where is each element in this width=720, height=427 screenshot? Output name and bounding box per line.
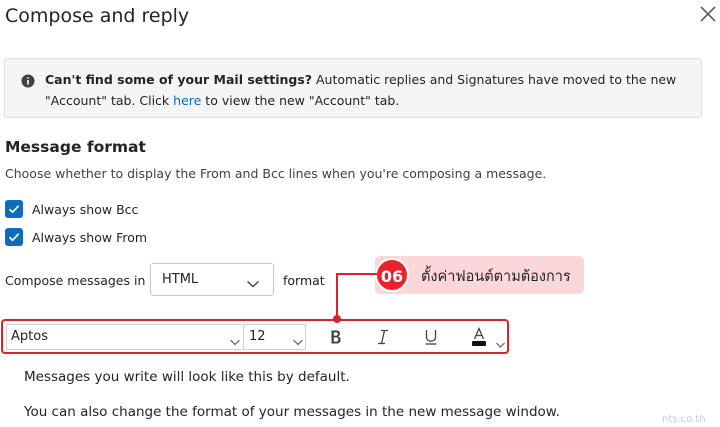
section-description: Choose whether to display the From and B… (5, 166, 547, 181)
italic-icon[interactable] (373, 327, 393, 347)
from-checkbox[interactable] (5, 228, 23, 246)
compose-label: Compose messages in (5, 273, 146, 288)
callout-connector-v (336, 273, 338, 319)
watermark: nts.co.th (662, 414, 706, 425)
chevron-down-icon (229, 332, 241, 351)
bold-icon[interactable] (326, 327, 346, 347)
section-heading: Message format (5, 138, 146, 156)
bcc-checkbox[interactable] (5, 200, 23, 218)
font-color-icon[interactable] (469, 326, 489, 346)
format-label: format (283, 273, 325, 288)
chevron-down-icon (292, 332, 304, 351)
info-icon (21, 73, 35, 88)
dialog-title: Compose and reply (5, 5, 190, 27)
banner-text-2: "Account" tab. Click (45, 93, 174, 108)
callout-connector-h (337, 273, 377, 275)
callout-text: ตั้งค่าฟอนต์ตามต้องการ (421, 269, 571, 285)
banner-link[interactable]: here (173, 93, 201, 108)
banner-text-3: to view the new "Account" tab. (201, 93, 400, 108)
font-family-value: Aptos (11, 329, 48, 344)
underline-icon[interactable] (421, 327, 441, 347)
bcc-checkbox-label: Always show Bcc (32, 202, 139, 217)
chevron-down-icon[interactable] (495, 334, 506, 353)
banner-bold: Can't find some of your Mail settings? (45, 72, 313, 87)
preview-line-1: Messages you write will look like this b… (24, 369, 350, 385)
from-checkbox-label: Always show From (32, 230, 148, 245)
compose-format-value: HTML (162, 272, 199, 287)
preview-line-2: You can also change the format of your m… (24, 404, 560, 420)
step-number-badge: 06 (375, 258, 409, 292)
close-icon[interactable] (697, 3, 719, 25)
banner-text: Can't find some of your Mail settings? A… (45, 69, 685, 111)
banner-text-1: Automatic replies and Signatures have mo… (312, 72, 677, 87)
font-size-value: 12 (249, 329, 266, 344)
chevron-down-icon (246, 274, 260, 293)
